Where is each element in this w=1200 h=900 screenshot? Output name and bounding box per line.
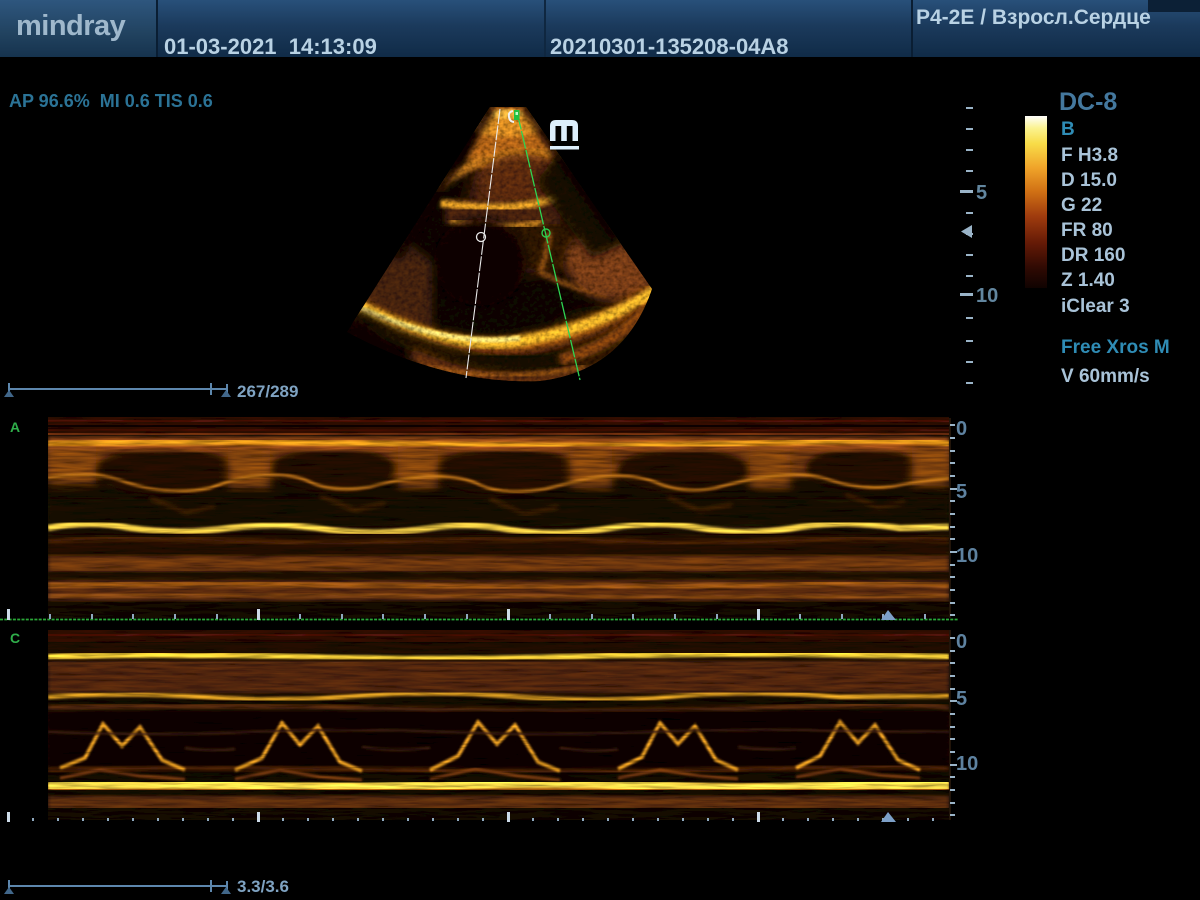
svg-text:10: 10 — [976, 285, 998, 307]
svg-text:10: 10 — [956, 545, 978, 567]
svg-text:0: 0 — [956, 418, 967, 440]
svg-text:10: 10 — [956, 753, 978, 775]
svg-text:5: 5 — [956, 688, 967, 710]
svg-text:5: 5 — [976, 182, 987, 204]
svg-text:C: C — [10, 630, 20, 646]
svg-text:5: 5 — [956, 481, 967, 503]
svg-text:0: 0 — [956, 631, 967, 653]
svg-text:A: A — [10, 419, 20, 435]
